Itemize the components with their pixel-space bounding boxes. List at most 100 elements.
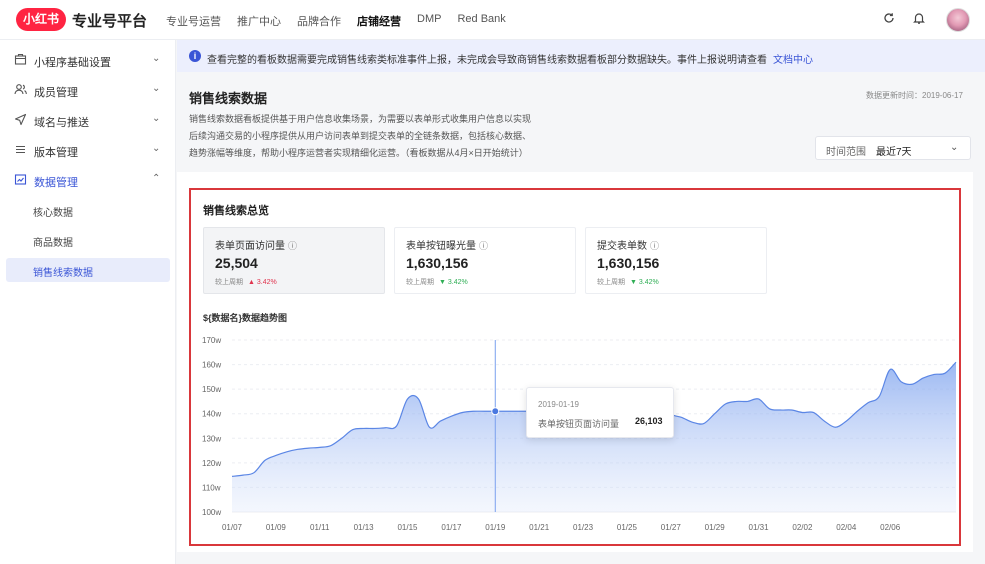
metric-label: 提交表单数 ⓘ [597, 237, 659, 252]
y-tick-label: 100w [202, 508, 221, 517]
x-tick-label: 01/15 [397, 523, 418, 532]
chart-icon [14, 173, 28, 187]
metric-value: 25,504 [215, 255, 258, 271]
delta-up: ▲ 3.42% [248, 279, 277, 286]
delta-value: 3.42% [638, 279, 659, 286]
tooltip-date: 2019-01-19 [538, 400, 579, 409]
send-icon [14, 113, 28, 127]
delta-down: ▼ 3.42% [630, 279, 659, 286]
description-line: 趋势涨幅等维度，帮助小程序运营者实现精细化运营。（看板数据从4月×日开始统计） [189, 148, 528, 158]
x-tick-label: 01/07 [222, 523, 243, 532]
description-line: 后续沟通交易的小程序提供从用户访问表单到提交表单的全链条数据，包括核心数据、 [189, 131, 532, 141]
nav-item-brand[interactable]: 品牌合作 [297, 13, 341, 29]
nav-item-promotion[interactable]: 推广中心 [237, 13, 281, 29]
y-tick-label: 160w [202, 361, 221, 370]
tooltip-label: 表单按钮页面访问量 [538, 419, 620, 429]
y-tick-label: 170w [202, 336, 221, 345]
metric-compare: 较上周期 ▲ 3.42% [215, 277, 277, 287]
compare-label: 较上周期 [406, 279, 434, 286]
sidebar-item-version[interactable]: 版本管理 ⌄ [0, 135, 176, 165]
platform-title: 专业号平台 [72, 13, 148, 30]
metric-card-button-exposure[interactable]: 表单按钮曝光量 ⓘ 1,630,156 较上周期 ▼ 3.42% [394, 227, 576, 294]
sidebar-subitem-sales-leads[interactable]: 销售线索数据 [6, 258, 170, 282]
chevron-up-icon: ⌃ [152, 173, 161, 184]
sidebar-item-members[interactable]: 成员管理 ⌄ [0, 75, 176, 105]
info-icon[interactable]: ⓘ [288, 241, 297, 251]
x-tick-label: 01/11 [310, 523, 330, 532]
chevron-down-icon: ⌄ [152, 53, 161, 64]
nav-item-pro-ops[interactable]: 专业号运营 [166, 13, 221, 29]
metric-label-text: 表单页面访问量 [215, 241, 285, 252]
tooltip-value: 26,103 [635, 416, 663, 426]
sidebar-subitem-product-data[interactable]: 商品数据 [6, 228, 170, 252]
users-icon [14, 83, 28, 97]
y-tick-label: 110w [202, 483, 221, 492]
sidebar-item-data-management[interactable]: 数据管理 ⌃ [0, 165, 176, 195]
x-tick-label: 01/21 [529, 523, 550, 532]
metric-compare: 较上周期 ▼ 3.42% [406, 277, 468, 287]
metric-value: 1,630,156 [597, 255, 660, 271]
overview-title: 销售线索总览 [203, 205, 269, 217]
sidebar-subitem-label: 商品数据 [33, 238, 73, 249]
chevron-down-icon: ⌄ [152, 143, 161, 154]
delta-down: ▼ 3.42% [439, 279, 468, 286]
page-title: 销售线索数据 [189, 91, 268, 106]
hover-point [491, 407, 500, 416]
x-tick-label: 01/23 [573, 523, 594, 532]
info-icon[interactable]: ⓘ [650, 241, 659, 251]
nav-item-dmp[interactable]: DMP [417, 13, 441, 29]
compare-label: 较上周期 [597, 279, 625, 286]
chart-tooltip: 2019-01-19 表单按钮页面访问量 26,103 [526, 387, 674, 438]
compare-label: 较上周期 [215, 279, 243, 286]
x-tick-label: 01/09 [266, 523, 287, 532]
chevron-down-icon: ⌄ [950, 142, 959, 153]
notice-text: 查看完整的看板数据需要完成销售线索类标准事件上报，未完成会导致商销售线索数据看板… [207, 51, 813, 66]
notice-message: 查看完整的看板数据需要完成销售线索类标准事件上报，未完成会导致商销售线索数据看板… [207, 55, 767, 66]
info-icon: i [189, 50, 201, 62]
chevron-down-icon: ⌄ [152, 83, 161, 94]
metric-value: 1,630,156 [406, 255, 469, 271]
metric-label-text: 提交表单数 [597, 241, 647, 252]
x-tick-label: 01/25 [617, 523, 638, 532]
refresh-icon[interactable] [881, 11, 897, 27]
x-tick-label: 01/29 [705, 523, 726, 532]
x-tick-label: 02/04 [836, 523, 857, 532]
delta-value: 3.42% [447, 279, 468, 286]
y-tick-label: 150w [202, 385, 221, 394]
metric-compare: 较上周期 ▼ 3.42% [597, 277, 659, 287]
metric-card-form-visits[interactable]: 表单页面访问量 ⓘ 25,504 较上周期 ▲ 3.42% [203, 227, 385, 294]
x-tick-label: 01/17 [441, 523, 462, 532]
top-nav: 专业号运营 推广中心 品牌合作 店铺经营 DMP Red Bank [166, 13, 522, 29]
metric-label: 表单按钮曝光量 ⓘ [406, 237, 488, 252]
sidebar-item-label: 版本管理 [34, 147, 78, 159]
sidebar-subitem-core-data[interactable]: 核心数据 [6, 198, 170, 222]
time-range-value: 最近7天 [876, 147, 912, 158]
time-range-select[interactable]: 时间范围 最近7天 ⌄ [815, 136, 971, 160]
time-range-label: 时间范围 [826, 147, 866, 158]
sidebar-subitem-label: 核心数据 [33, 208, 73, 219]
bell-icon[interactable] [911, 11, 927, 27]
info-icon[interactable]: ⓘ [479, 241, 488, 251]
docs-link[interactable]: 文档中心 [773, 55, 813, 66]
y-tick-label: 130w [202, 434, 221, 443]
nav-item-red-bank[interactable]: Red Bank [457, 13, 505, 29]
list-icon [14, 143, 28, 157]
y-tick-label: 140w [202, 410, 221, 419]
update-time: 数据更新时间：2019-06-17 [866, 91, 963, 100]
y-tick-label: 120w [202, 459, 221, 468]
page-description: 销售线索数据看板提供基于用户信息收集场景，为需要以表单形式收集用户信息以实现 后… [189, 111, 569, 162]
sidebar-item-miniprogram-settings[interactable]: 小程序基础设置 ⌄ [0, 45, 176, 75]
sidebar-item-domain-push[interactable]: 域名与推送 ⌄ [0, 105, 176, 135]
metric-label-text: 表单按钮曝光量 [406, 241, 476, 252]
chevron-down-icon: ⌄ [152, 113, 161, 124]
logo[interactable]: 小红书 [16, 8, 66, 31]
sidebar-subitem-label: 销售线索数据 [33, 268, 93, 279]
avatar[interactable] [946, 8, 970, 32]
nav-item-store[interactable]: 店铺经营 [357, 13, 401, 29]
metric-card-form-submits[interactable]: 提交表单数 ⓘ 1,630,156 较上周期 ▼ 3.42% [585, 227, 767, 294]
metric-label: 表单页面访问量 ⓘ [215, 237, 297, 252]
description-line: 销售线索数据看板提供基于用户信息收集场景，为需要以表单形式收集用户信息以实现 [189, 114, 532, 124]
trend-title: ${数据名}数据趋势图 [203, 313, 288, 323]
x-tick-label: 02/02 [792, 523, 813, 532]
store-icon [14, 53, 28, 67]
